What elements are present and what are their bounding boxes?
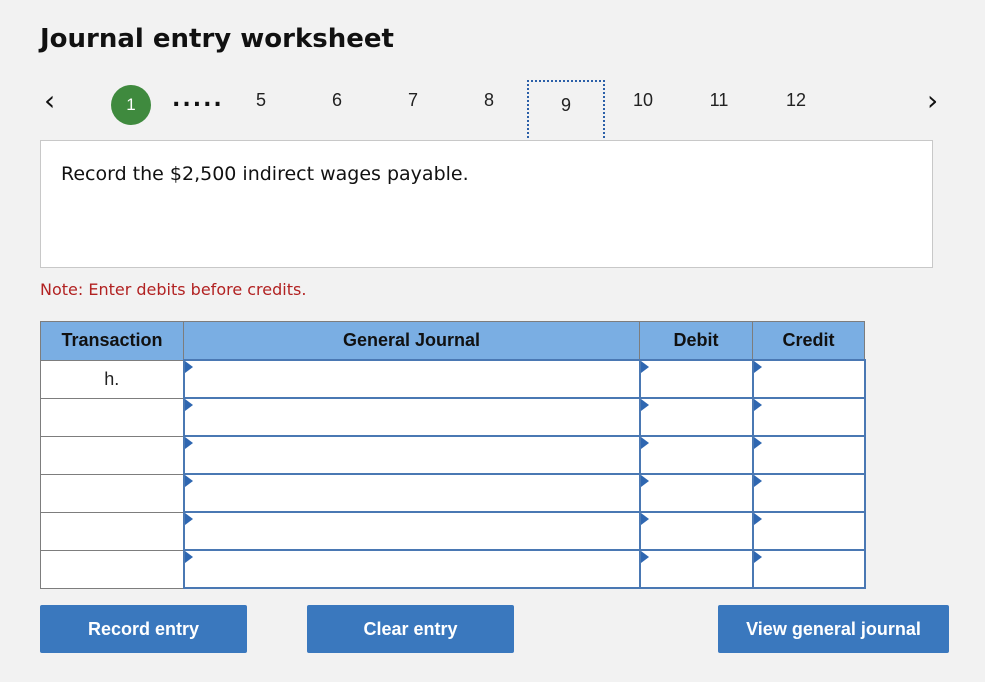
debit-input[interactable] [640, 399, 752, 435]
note-text: Note: Enter debits before credits. [40, 280, 307, 299]
step-current[interactable]: 1 [111, 85, 151, 125]
transaction-cell [40, 511, 184, 551]
cell-marker-icon [753, 475, 762, 487]
header-transaction: Transaction [40, 321, 184, 361]
transaction-cell [40, 473, 184, 513]
cell-marker-icon [640, 475, 649, 487]
step-5[interactable]: 5 [241, 90, 281, 111]
debit-input[interactable] [640, 551, 752, 587]
cell-marker-icon [640, 361, 649, 373]
cell-marker-icon [184, 361, 193, 373]
clear-entry-button[interactable]: Clear entry [307, 605, 514, 653]
table-row: h. [40, 359, 866, 399]
table-row [40, 511, 866, 551]
cell-marker-icon [184, 399, 193, 411]
credit-input[interactable] [753, 399, 864, 435]
cell-marker-icon [184, 475, 193, 487]
cell-marker-icon [184, 513, 193, 525]
credit-input[interactable] [753, 475, 864, 511]
cell-marker-icon [640, 399, 649, 411]
next-arrow-icon[interactable]: › [927, 86, 938, 116]
transaction-cell [40, 435, 184, 475]
credit-input[interactable] [753, 437, 864, 473]
credit-input[interactable] [753, 513, 864, 549]
step-9-selected[interactable]: 9 [527, 80, 605, 142]
cell-marker-icon [753, 513, 762, 525]
table-row [40, 473, 866, 513]
debit-input[interactable] [640, 361, 752, 397]
step-7[interactable]: 7 [393, 90, 433, 111]
prev-arrow-icon[interactable]: ‹ [44, 86, 55, 116]
journal-header-row: Transaction General Journal Debit Credit [40, 321, 865, 361]
transaction-cell [40, 397, 184, 437]
record-entry-button[interactable]: Record entry [40, 605, 247, 653]
cell-marker-icon [753, 361, 762, 373]
step-ellipsis: ..... [172, 87, 224, 112]
header-general-journal: General Journal [183, 321, 640, 361]
step-11[interactable]: 11 [699, 90, 739, 111]
cell-marker-icon [184, 551, 193, 563]
account-input[interactable] [184, 437, 639, 473]
account-input[interactable] [184, 475, 639, 511]
account-input[interactable] [184, 551, 639, 587]
cell-marker-icon [640, 437, 649, 449]
cell-marker-icon [640, 513, 649, 525]
credit-input[interactable] [753, 551, 864, 587]
cell-marker-icon [753, 437, 762, 449]
step-8[interactable]: 8 [469, 90, 509, 111]
step-6[interactable]: 6 [317, 90, 357, 111]
table-row [40, 435, 866, 475]
table-row [40, 549, 866, 589]
transaction-cell [40, 549, 184, 589]
header-credit: Credit [752, 321, 865, 361]
cell-marker-icon [753, 399, 762, 411]
prompt-box: Record the $2,500 indirect wages payable… [40, 140, 933, 268]
transaction-cell: h. [40, 359, 184, 399]
debit-input[interactable] [640, 513, 752, 549]
debit-input[interactable] [640, 437, 752, 473]
cell-marker-icon [640, 551, 649, 563]
page-title: Journal entry worksheet [40, 24, 394, 54]
account-input[interactable] [184, 399, 639, 435]
cell-marker-icon [184, 437, 193, 449]
step-pager: ‹ 1 ..... 5 6 7 8 9 10 11 12 › [0, 80, 985, 142]
journal-table: Transaction General Journal Debit Credit… [40, 321, 866, 589]
step-10[interactable]: 10 [623, 90, 663, 111]
table-row [40, 397, 866, 437]
cell-marker-icon [753, 551, 762, 563]
view-general-journal-button[interactable]: View general journal [718, 605, 949, 653]
credit-input[interactable] [753, 361, 864, 397]
header-debit: Debit [639, 321, 753, 361]
step-12[interactable]: 12 [776, 90, 816, 111]
account-input[interactable] [184, 513, 639, 549]
debit-input[interactable] [640, 475, 752, 511]
account-input[interactable] [184, 361, 639, 397]
prompt-text: Record the $2,500 indirect wages payable… [61, 163, 469, 185]
